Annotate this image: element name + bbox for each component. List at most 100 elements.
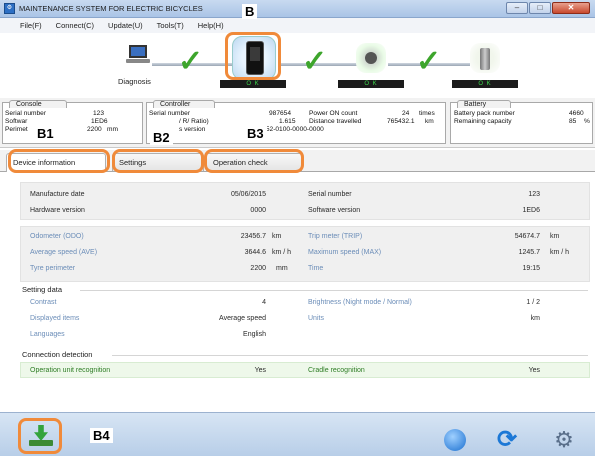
- remaining-capacity-unit: %: [584, 118, 590, 125]
- hardware-version-value: 0000: [250, 207, 266, 214]
- callout-b1-highlight: [8, 149, 110, 173]
- battery-pack-value: 4660: [569, 110, 584, 117]
- controller-ratio-value: 1.615: [279, 118, 296, 125]
- motor-icon[interactable]: [356, 43, 386, 73]
- menu-update[interactable]: Update(U): [108, 21, 143, 30]
- window-controls: – □ ✕: [506, 2, 590, 14]
- maximize-button[interactable]: □: [529, 2, 551, 14]
- maximum-speed-unit: km / h: [550, 249, 570, 256]
- power-on-count-unit: times: [419, 110, 435, 117]
- operation-unit-recognition-label: Operation unit recognition: [30, 367, 111, 374]
- console-perimeter-value: 2200: [87, 126, 102, 133]
- diagnosis-label: Diagnosis: [118, 77, 151, 86]
- battery-panel: Battery Battery pack number 4660 Remaini…: [450, 100, 593, 144]
- hardware-version-label: Hardware version: [30, 207, 85, 214]
- contrast-label: Contrast: [30, 299, 57, 306]
- laptop-icon: [126, 45, 150, 65]
- console-panel: Console Serial number 123 Softwar 1ED6 P…: [2, 100, 143, 144]
- callout-b2-label: B2: [150, 130, 173, 145]
- brightness-label: Brightness (Night mode / Normal): [308, 299, 412, 306]
- app-icon: ⚙: [4, 3, 15, 14]
- maximum-speed-value: 1245.7: [518, 249, 540, 256]
- brightness-value: 1 / 2: [526, 299, 540, 306]
- tyre-perimeter-unit: mm: [276, 265, 288, 272]
- callout-b3-label: B3: [244, 126, 267, 141]
- console-perimeter-label: Perimet: [5, 126, 28, 133]
- console-software-value: 1ED6: [91, 118, 108, 125]
- operation-unit-recognition-value: Yes: [254, 367, 266, 374]
- controller-serial-label: Serial number: [149, 110, 191, 117]
- menu-connect[interactable]: Connect(C): [56, 21, 94, 30]
- controller-panel-title: Controller: [153, 100, 216, 108]
- menu-help[interactable]: Help(H): [198, 21, 224, 30]
- console-serial-label: Serial number: [5, 110, 47, 117]
- connection-detection-title: Connection detection: [22, 350, 93, 359]
- device-info-section: [20, 182, 590, 220]
- callout-b-label: B: [242, 4, 258, 19]
- menu-bar: File(F) Connect(C) Update(U) Tools(T) He…: [0, 18, 595, 33]
- units-value: km: [530, 315, 540, 322]
- battery-panel-title: Battery: [457, 100, 512, 108]
- sync-icon[interactable]: ⟳: [496, 428, 518, 452]
- gear-icon[interactable]: ⚙: [553, 429, 575, 451]
- trip-meter-label: Trip meter (TRIP): [308, 233, 363, 240]
- setting-data-title: Setting data: [22, 285, 63, 294]
- serial-number-value: 123: [528, 191, 540, 198]
- distance-travelled-unit: km: [425, 118, 434, 125]
- connection-flow: Diagnosis ✓ O K ✓ O K ✓ O K: [0, 33, 595, 97]
- checkmark-icon: ✓: [178, 45, 204, 78]
- section-divider: [80, 290, 588, 291]
- average-speed-label: Average speed (AVE): [30, 249, 98, 256]
- power-on-count-label: Power ON count: [309, 110, 358, 117]
- power-on-count-value: 24: [402, 110, 410, 117]
- odometer-unit: km: [272, 233, 282, 240]
- window-title: MAINTENANCE SYSTEM FOR ELECTRIC BICYCLES: [19, 4, 203, 13]
- checkmark-icon: ✓: [302, 45, 328, 78]
- section-divider: [112, 355, 588, 356]
- controller-version-label: s version: [179, 126, 206, 133]
- console-ok-indicator: O K: [220, 80, 286, 88]
- average-speed-value: 3644.6: [244, 249, 266, 256]
- callout-b-highlight: [225, 32, 281, 80]
- tyre-perimeter-label: Tyre perimeter: [30, 265, 76, 272]
- minimize-button[interactable]: –: [506, 2, 528, 14]
- displayed-items-label: Displayed items: [30, 315, 80, 322]
- info-panels: Console Serial number 123 Softwar 1ED6 P…: [0, 98, 595, 148]
- callout-b1-label: B1: [34, 126, 57, 141]
- remaining-capacity-value: 85: [569, 118, 577, 125]
- tyre-perimeter-value: 2200: [250, 265, 266, 272]
- battery-icon[interactable]: [470, 43, 500, 73]
- displayed-items-value: Average speed: [219, 315, 266, 322]
- cradle-recognition-value: Yes: [528, 367, 540, 374]
- battery-ok-indicator: O K: [452, 80, 518, 88]
- globe-icon[interactable]: [444, 429, 466, 451]
- checkmark-icon: ✓: [416, 45, 442, 78]
- console-serial-value: 123: [93, 110, 105, 117]
- remaining-capacity-label: Remaining capacity: [454, 118, 512, 125]
- close-button[interactable]: ✕: [552, 2, 590, 14]
- cradle-recognition-label: Cradle recognition: [308, 367, 365, 374]
- time-value: 19:15: [522, 265, 540, 272]
- time-label: Time: [308, 265, 324, 272]
- maximum-speed-label: Maximum speed (MAX): [308, 249, 382, 256]
- controller-ratio-label: / R/ Ratio): [179, 118, 209, 125]
- manufacture-date-value: 05/06/2015: [230, 191, 266, 198]
- controller-panel: Controller Serial number 987654 / R/ Rat…: [146, 100, 446, 144]
- console-software-label: Softwar: [5, 118, 28, 125]
- average-speed-unit: km / h: [272, 249, 292, 256]
- serial-number-label: Serial number: [308, 191, 352, 198]
- menu-tools[interactable]: Tools(T): [157, 21, 184, 30]
- callout-b2-highlight: [112, 149, 204, 173]
- callout-b4-highlight: [18, 418, 62, 454]
- menu-file[interactable]: File(F): [20, 21, 42, 30]
- callout-b3-highlight: [204, 149, 304, 173]
- languages-label: Languages: [30, 331, 65, 338]
- trip-meter-unit: km: [550, 233, 560, 240]
- controller-serial-value: 987654: [269, 110, 292, 117]
- odometer-label: Odometer (ODO): [30, 233, 84, 240]
- odometer-value: 23456.7: [240, 233, 266, 240]
- trip-meter-value: 54674.7: [514, 233, 540, 240]
- units-label: Units: [308, 315, 324, 322]
- software-version-value: 1ED6: [522, 207, 540, 214]
- distance-travelled-value: 765432.1: [387, 118, 415, 125]
